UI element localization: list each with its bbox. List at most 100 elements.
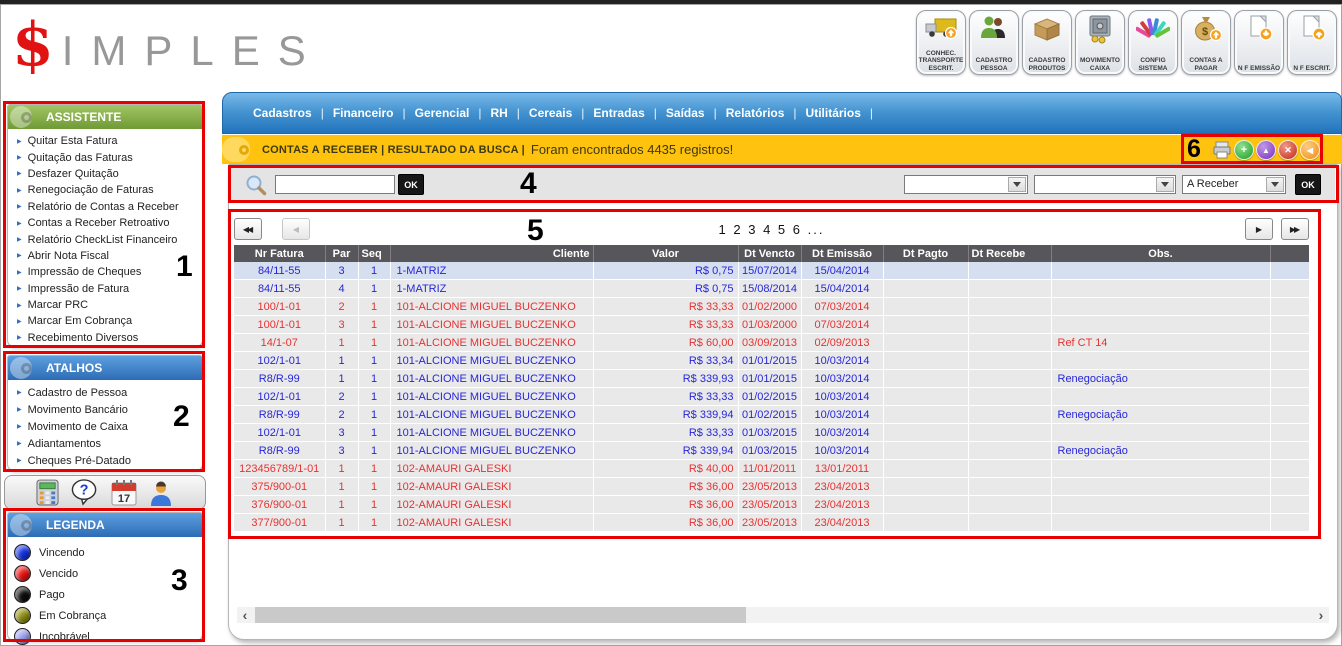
column-header[interactable]: Seq bbox=[358, 245, 390, 262]
sidebar-menu-item[interactable]: Impressão de Fatura bbox=[14, 281, 202, 297]
contas-a-pagar-button[interactable]: $ CONTAS A PAGAR bbox=[1181, 10, 1231, 75]
back-button[interactable]: ◀ bbox=[1300, 140, 1320, 160]
sidebar-menu-item[interactable]: Abrir Nota Fiscal bbox=[14, 248, 202, 264]
table-row[interactable]: 123456789/1-01 1 1 102-AMAURI GALESKI R$… bbox=[234, 460, 1309, 478]
horizontal-scrollbar[interactable]: ‹ › bbox=[237, 607, 1329, 623]
menu-item[interactable]: Cadastros bbox=[253, 106, 333, 120]
column-header[interactable]: Dt Recebe bbox=[968, 245, 1051, 262]
cell-valor: R$ 40,00 bbox=[593, 460, 738, 478]
move-up-button[interactable]: ▲ bbox=[1256, 140, 1276, 160]
table-row[interactable]: 375/900-01 1 1 102-AMAURI GALESKI R$ 36,… bbox=[234, 478, 1309, 496]
nf-emissao-button[interactable]: N F EMISSÃO bbox=[1234, 10, 1284, 75]
menu-item[interactable]: Financeiro bbox=[333, 106, 415, 120]
scroll-left-icon[interactable]: ‹ bbox=[237, 607, 253, 623]
calendar-icon[interactable]: 17 bbox=[111, 479, 137, 507]
table-row[interactable]: R8/R-99 2 1 101-ALCIONE MIGUEL BUCZENKO … bbox=[234, 406, 1309, 424]
search-input[interactable] bbox=[275, 175, 395, 194]
movimento-caixa-button[interactable]: MOVIMENTO CAIXA bbox=[1075, 10, 1125, 75]
sidebar-menu-item[interactable]: Relatório de Contas a Receber bbox=[14, 199, 202, 215]
sidebar-menu-item[interactable]: Recebimento Diversos bbox=[14, 330, 202, 346]
column-header[interactable]: Dt Vencto bbox=[738, 245, 801, 262]
toolbar-button-label: N F EMISSÃO bbox=[1238, 65, 1280, 73]
column-header[interactable] bbox=[1270, 245, 1309, 262]
scrollbar-thumb[interactable] bbox=[255, 607, 746, 623]
toolbar-button-label: CONTAS A PAGAR bbox=[1183, 57, 1229, 72]
table-row[interactable]: 84/11-55 4 1 1-MATRIZ R$ 0,75 15/08/2014… bbox=[234, 280, 1309, 298]
table-row[interactable]: R8/R-99 3 1 101-ALCIONE MIGUEL BUCZENKO … bbox=[234, 442, 1309, 460]
menu-item[interactable]: RH bbox=[490, 106, 528, 120]
sidebar-menu-item[interactable]: Cheques Pré-Datado bbox=[14, 452, 202, 469]
help-bubble-icon[interactable]: ? bbox=[70, 478, 100, 507]
cell-obs bbox=[1051, 316, 1270, 334]
column-header[interactable]: Valor bbox=[593, 245, 738, 262]
table-row[interactable]: 102/1-01 2 1 101-ALCIONE MIGUEL BUCZENKO… bbox=[234, 388, 1309, 406]
sidebar-menu-item[interactable]: Movimento Bancário bbox=[14, 401, 202, 418]
conhec-transporte-button[interactable]: CONHEC. TRANSPORTE ESCRIT. bbox=[916, 10, 966, 75]
menu-item[interactable]: Cereais bbox=[529, 106, 594, 120]
result-status-bar: CONTAS A RECEBER | RESULTADO DA BUSCA | … bbox=[222, 135, 1342, 164]
sidebar-menu-item[interactable]: Movimento de Caixa bbox=[14, 418, 202, 435]
sidebar-menu-item[interactable]: Marcar PRC bbox=[14, 297, 202, 313]
page-numbers[interactable]: 1 2 3 4 5 6 ... bbox=[234, 222, 1309, 237]
cadastro-produtos-button[interactable]: CADASTRO PRODUTOS bbox=[1022, 10, 1072, 75]
sidebar-menu-item[interactable]: Relatório CheckList Financeiro bbox=[14, 231, 202, 247]
filter-select-2[interactable] bbox=[1034, 175, 1176, 194]
search-ok-button[interactable]: OK bbox=[398, 174, 424, 195]
menu-item[interactable]: Utilitários bbox=[806, 106, 882, 120]
menu-item[interactable]: Relatórios bbox=[726, 106, 806, 120]
legend-item-label: Pago bbox=[39, 589, 65, 601]
scroll-right-icon[interactable]: › bbox=[1313, 607, 1329, 623]
cell-dt-vencto: 15/07/2014 bbox=[738, 262, 801, 280]
cell-cliente: 102-AMAURI GALESKI bbox=[390, 478, 593, 496]
cell-valor: R$ 60,00 bbox=[593, 334, 738, 352]
table-row[interactable]: R8/R-99 1 1 101-ALCIONE MIGUEL BUCZENKO … bbox=[234, 370, 1309, 388]
sidebar-menu-item[interactable]: Quitação das Faturas bbox=[14, 149, 202, 165]
filter-select-status[interactable]: A Receber bbox=[1182, 175, 1286, 194]
legenda-panel-header: LEGENDA bbox=[8, 513, 202, 537]
column-header[interactable]: Cliente bbox=[390, 245, 593, 262]
filter-ok-button[interactable]: OK bbox=[1295, 174, 1321, 195]
cell-obs bbox=[1051, 514, 1270, 532]
table-row[interactable]: 102/1-01 3 1 101-ALCIONE MIGUEL BUCZENKO… bbox=[234, 424, 1309, 442]
table-row[interactable]: 376/900-01 1 1 102-AMAURI GALESKI R$ 36,… bbox=[234, 496, 1309, 514]
close-button[interactable]: ✕ bbox=[1278, 140, 1298, 160]
sidebar-menu-item[interactable]: Adiantamentos bbox=[14, 435, 202, 452]
cell-seq: 1 bbox=[358, 460, 390, 478]
add-button[interactable]: + bbox=[1234, 140, 1254, 160]
toolbar-button-label: CADASTRO PESSOA bbox=[971, 57, 1017, 72]
cadastro-pessoa-button[interactable]: CADASTRO PESSOA bbox=[969, 10, 1019, 75]
cell-cliente: 102-AMAURI GALESKI bbox=[390, 460, 593, 478]
cell-dt-vencto: 11/01/2011 bbox=[738, 460, 801, 478]
column-header[interactable]: Par bbox=[325, 245, 358, 262]
menu-item[interactable]: Entradas bbox=[593, 106, 665, 120]
calculator-icon[interactable] bbox=[36, 479, 59, 506]
column-header[interactable]: Dt Emissão bbox=[801, 245, 883, 262]
sidebar-menu-item[interactable]: Marcar Em Cobrança bbox=[14, 313, 202, 329]
column-header[interactable]: Obs. bbox=[1051, 245, 1270, 262]
sidebar-menu-item[interactable]: Contas a Receber Retroativo bbox=[14, 215, 202, 231]
sidebar-menu-item[interactable]: Desfazer Quitação bbox=[14, 166, 202, 182]
sidebar-menu-item[interactable]: Quitar Esta Fatura bbox=[14, 133, 202, 149]
nf-escrit-button[interactable]: N F ESCRIT. bbox=[1287, 10, 1337, 75]
table-row[interactable]: 102/1-01 1 1 101-ALCIONE MIGUEL BUCZENKO… bbox=[234, 352, 1309, 370]
config-sistema-button[interactable]: CONFIG SISTEMA bbox=[1128, 10, 1178, 75]
column-header[interactable]: Nr Fatura bbox=[234, 245, 325, 262]
sidebar-menu-item[interactable]: Renegociação de Faturas bbox=[14, 182, 202, 198]
cell-dt-emissao: 07/03/2014 bbox=[801, 298, 883, 316]
table-row[interactable]: 14/1-07 1 1 101-ALCIONE MIGUEL BUCZENKO … bbox=[234, 334, 1309, 352]
svg-text:17: 17 bbox=[118, 493, 130, 505]
cell-dt-pagto bbox=[883, 334, 968, 352]
column-header[interactable]: Dt Pagto bbox=[883, 245, 968, 262]
sidebar-menu-item[interactable]: Impressão de Cheques bbox=[14, 264, 202, 280]
filter-select-1[interactable] bbox=[904, 175, 1028, 194]
print-button[interactable] bbox=[1212, 141, 1232, 159]
table-row[interactable]: 377/900-01 1 1 102-AMAURI GALESKI R$ 36,… bbox=[234, 514, 1309, 532]
table-row[interactable]: 100/1-01 2 1 101-ALCIONE MIGUEL BUCZENKO… bbox=[234, 298, 1309, 316]
menu-item[interactable]: Gerencial bbox=[415, 106, 491, 120]
user-icon[interactable] bbox=[148, 479, 174, 507]
table-row[interactable]: 84/11-55 3 1 1-MATRIZ R$ 0,75 15/07/2014… bbox=[234, 262, 1309, 280]
cell-valor: R$ 33,33 bbox=[593, 298, 738, 316]
sidebar-menu-item[interactable]: Cadastro de Pessoa bbox=[14, 384, 202, 401]
table-row[interactable]: 100/1-01 3 1 101-ALCIONE MIGUEL BUCZENKO… bbox=[234, 316, 1309, 334]
menu-item[interactable]: Saídas bbox=[666, 106, 726, 120]
